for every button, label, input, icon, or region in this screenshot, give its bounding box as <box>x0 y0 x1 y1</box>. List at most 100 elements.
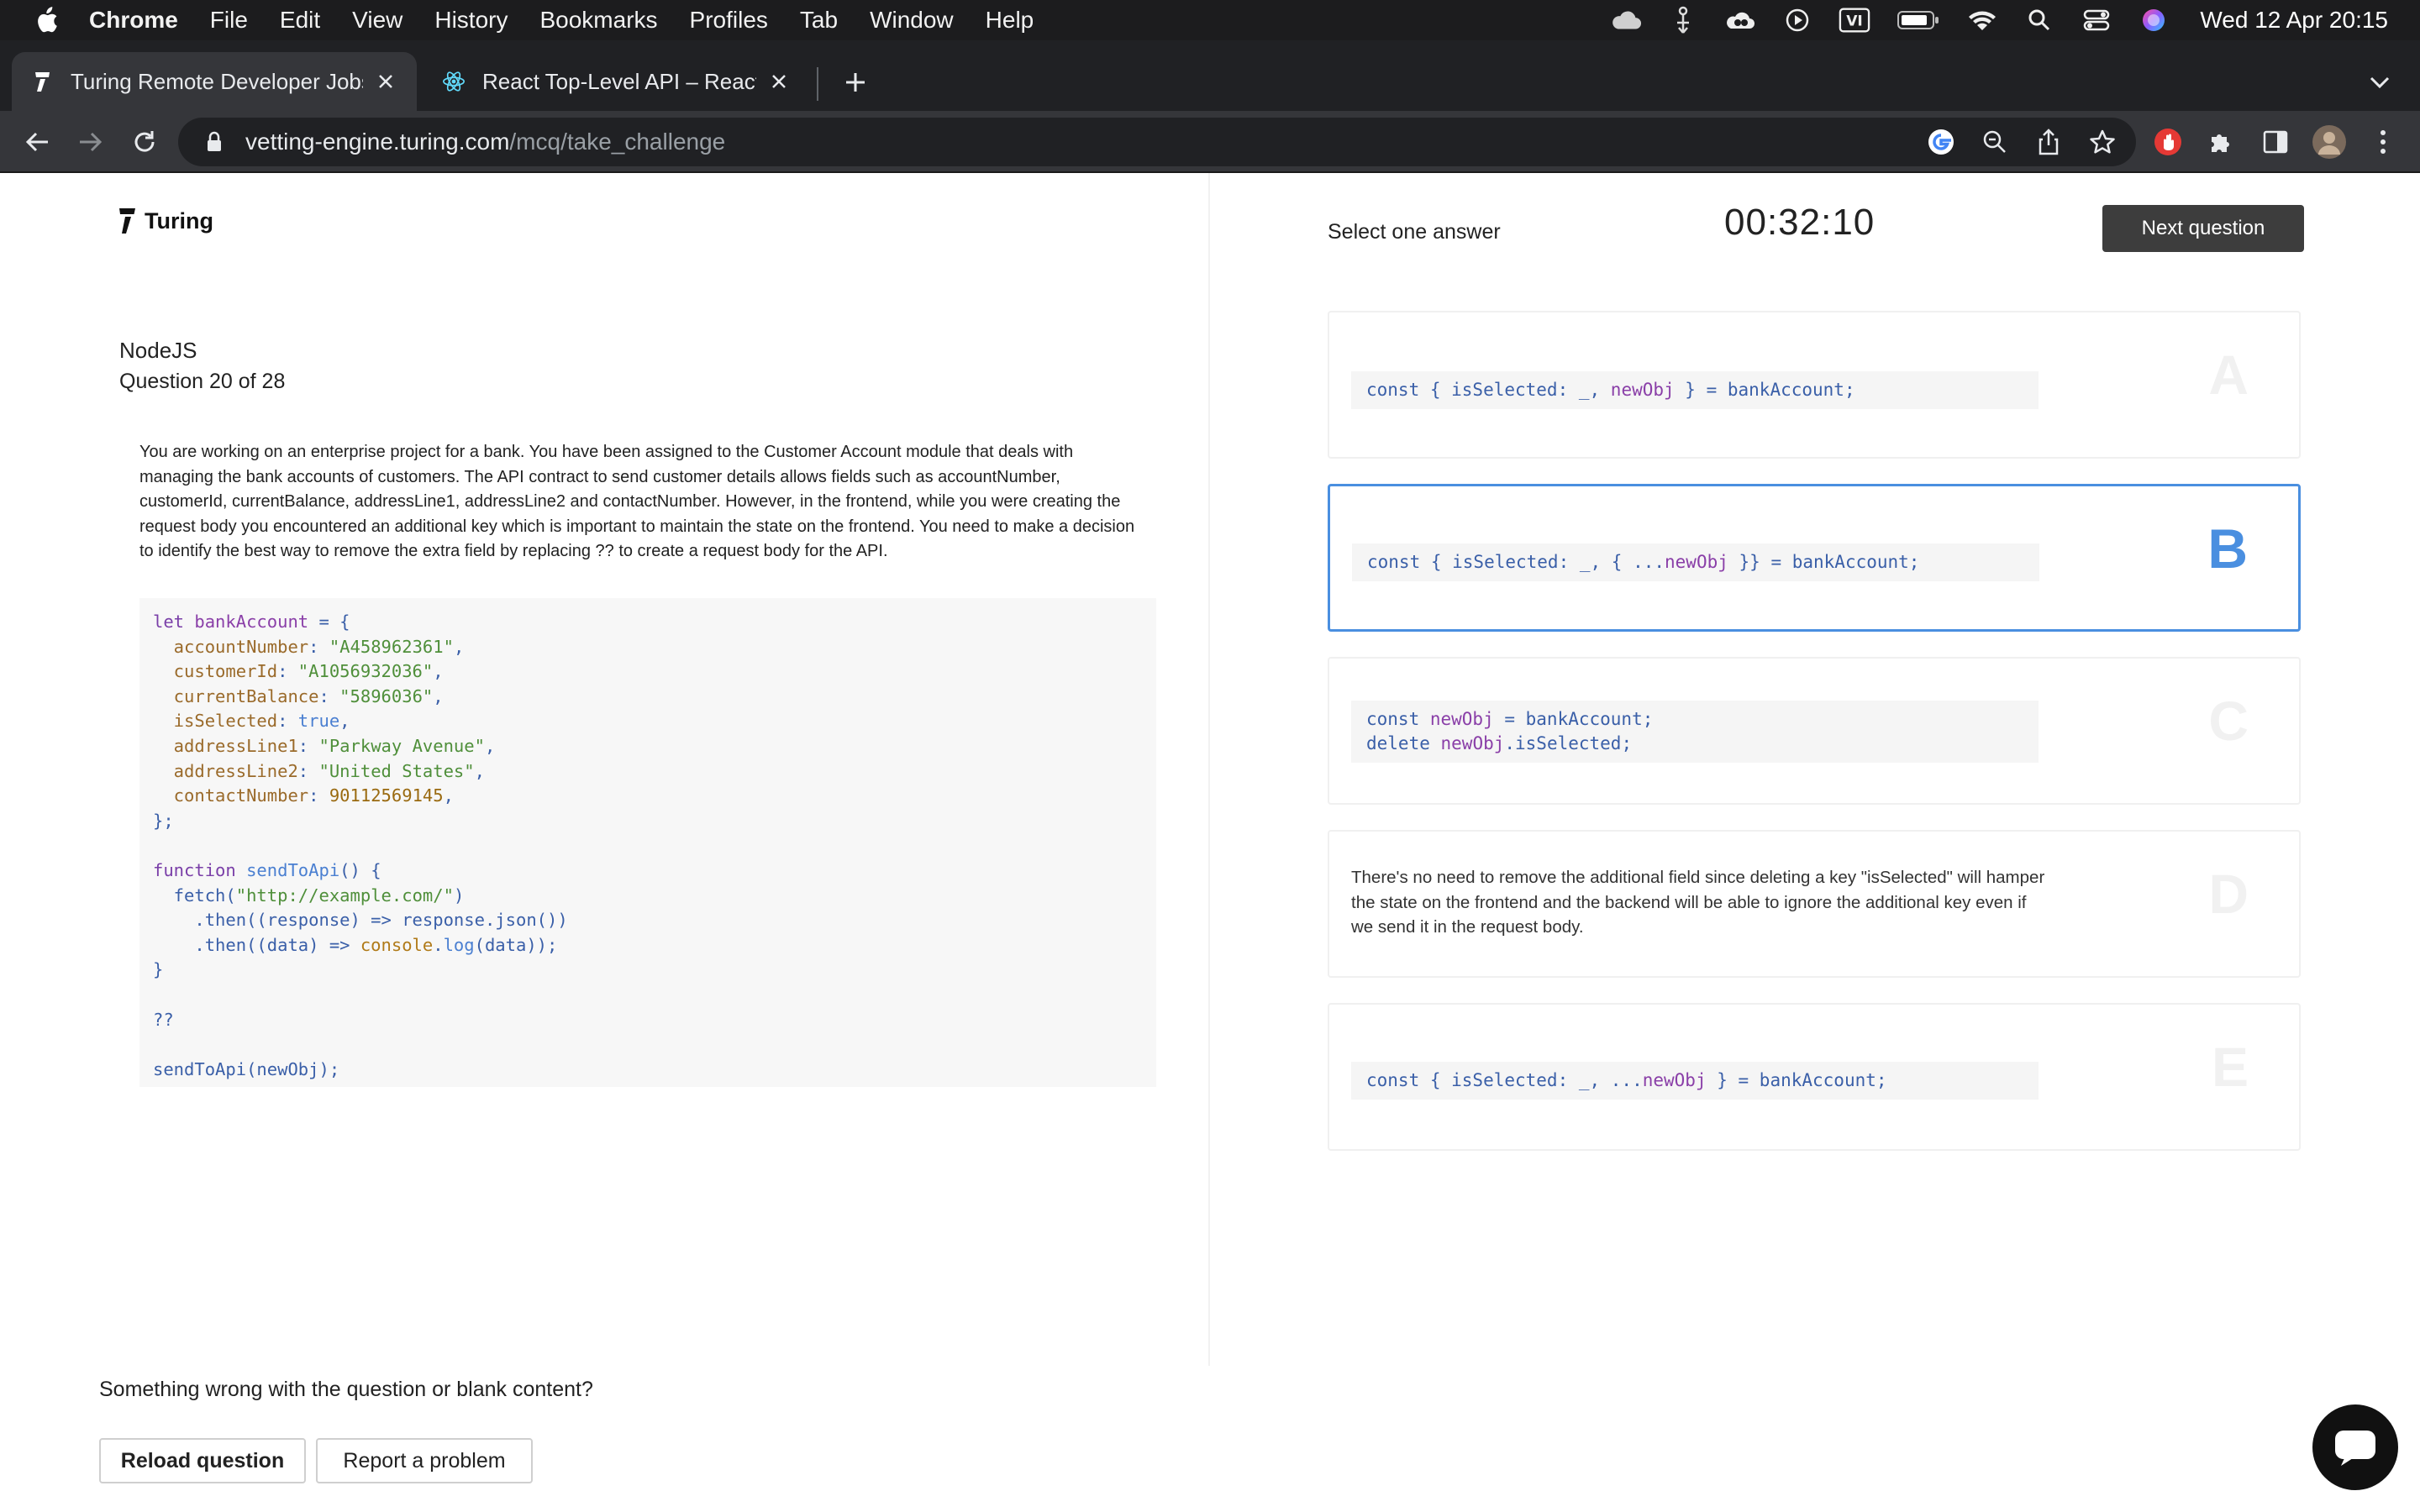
option-letter: D <box>2208 863 2249 925</box>
tab-separator <box>817 67 818 101</box>
spotlight-icon[interactable] <box>2023 8 2055 33</box>
wifi-icon[interactable] <box>1966 8 1998 33</box>
report-prompt: Something wrong with the question or bla… <box>99 1378 593 1401</box>
code-line: addressLine1: "Parkway Avenue", <box>153 735 496 756</box>
question-text: You are working on an enterprise project… <box>139 443 1135 560</box>
share-icon[interactable] <box>2030 123 2067 160</box>
answer-option-b[interactable]: const { isSelected: _, { ...newObj }} = … <box>1328 484 2301 632</box>
menu-bookmarks[interactable]: Bookmarks <box>539 7 657 34</box>
bookmark-star-icon[interactable] <box>2084 123 2121 160</box>
code-line: currentBalance: "5896036", <box>153 685 444 706</box>
forward-arrow-icon[interactable] <box>72 123 109 160</box>
tab-turing-jobs[interactable]: Turing Remote Developer Jobs <box>12 52 417 111</box>
address-bar[interactable]: vetting-engine.turing.com/mcq/take_chall… <box>178 118 2136 166</box>
question-code-block: let bankAccount = { accountNumber: "A458… <box>139 598 1156 1087</box>
reload-icon[interactable] <box>126 123 163 160</box>
turing-icon <box>30 70 54 93</box>
option-text: There's no need to remove the additional… <box>1351 868 2045 937</box>
report-problem-button[interactable]: Report a problem <box>316 1438 533 1483</box>
menu-view[interactable]: View <box>352 7 402 34</box>
option-code: const newObj = bankAccount; delete newOb… <box>1351 701 2039 763</box>
accessibility-icon[interactable] <box>1667 6 1699 34</box>
url-path: /mcq/take_challenge <box>509 129 726 155</box>
url-text[interactable]: vetting-engine.turing.com/mcq/take_chall… <box>245 129 725 155</box>
code-line: fetch("http://example.com/") <box>153 885 465 906</box>
code-line: customerId: "A1056932036", <box>153 661 444 682</box>
menu-bar-status-area: VI Wed 12 Apr 20:15 <box>1610 0 2388 40</box>
answer-option-d[interactable]: There's no need to remove the additional… <box>1328 830 2301 978</box>
menu-profiles[interactable]: Profiles <box>690 7 768 34</box>
code-line: accountNumber: "A458962361", <box>153 636 465 657</box>
menu-history[interactable]: History <box>434 7 508 34</box>
code-line: let bankAccount = { <box>153 612 350 632</box>
url-domain: vetting-engine.turing.com <box>245 129 510 155</box>
code-line: ?? <box>153 1009 174 1030</box>
extensions-puzzle-icon[interactable] <box>2203 123 2240 160</box>
question-progress: Question 20 of 28 <box>119 370 286 393</box>
turing-logo-icon <box>119 208 135 234</box>
answer-option-a[interactable]: const { isSelected: _, newObj } = bankAc… <box>1328 311 2301 459</box>
code-line: function sendToApi() { <box>153 859 381 880</box>
battery-icon[interactable] <box>1896 8 1941 33</box>
chrome-menu-kebab-icon[interactable] <box>2365 123 2402 160</box>
macos-menu-bar: Chrome File Edit View History Bookmarks … <box>0 0 2420 40</box>
code-line: } <box>153 959 164 980</box>
lock-icon[interactable] <box>202 129 227 155</box>
code-line: sendToApi(newObj); <box>153 1058 340 1079</box>
option-letter: A <box>2208 344 2249 406</box>
profile-avatar[interactable] <box>2311 123 2348 160</box>
code-line: isSelected: true, <box>153 711 350 732</box>
answer-option-c[interactable]: const newObj = bankAccount; delete newOb… <box>1328 657 2301 805</box>
next-question-button[interactable]: Next question <box>2102 205 2304 252</box>
option-letter: C <box>2208 690 2249 752</box>
tab-title: Turing Remote Developer Jobs <box>71 68 363 94</box>
menu-file[interactable]: File <box>210 7 248 34</box>
tab-search-chevron-down-icon[interactable] <box>2363 66 2396 99</box>
google-lens-icon[interactable] <box>1923 123 1960 160</box>
menu-tab[interactable]: Tab <box>800 7 838 34</box>
menu-window[interactable]: Window <box>870 7 954 34</box>
zoom-out-icon[interactable] <box>1976 123 2013 160</box>
menu-app-chrome[interactable]: Chrome <box>89 7 178 34</box>
browser-toolbar: vetting-engine.turing.com/mcq/take_chall… <box>0 111 2420 173</box>
svg-text:VI: VI <box>1847 13 1864 30</box>
back-arrow-icon[interactable] <box>18 123 55 160</box>
extension-hand-icon[interactable] <box>2149 123 2186 160</box>
turing-logo[interactable]: Turing <box>118 207 213 235</box>
siri-icon[interactable] <box>2138 8 2170 33</box>
cloud-icon[interactable] <box>1610 8 1642 33</box>
answer-instruction: Select one answer <box>1328 220 1501 244</box>
code-line: contactNumber: 90112569145, <box>153 785 454 806</box>
browser-tab-strip: Turing Remote Developer Jobs React Top-L… <box>0 40 2420 111</box>
option-code: const { isSelected: _, { ...newObj }} = … <box>1352 543 2039 581</box>
tab-title: React Top-Level API – React <box>482 68 756 94</box>
tab-react-api[interactable]: React Top-Level API – React <box>424 52 810 111</box>
option-letter: E <box>2211 1036 2249 1098</box>
react-icon <box>442 70 466 93</box>
menu-edit[interactable]: Edit <box>280 7 320 34</box>
control-center-icon[interactable] <box>2081 8 2112 33</box>
new-tab-plus-icon[interactable] <box>839 66 872 99</box>
side-panel-icon[interactable] <box>2257 123 2294 160</box>
countdown-timer: 00:32:10 <box>1724 202 1876 243</box>
creative-cloud-icon[interactable] <box>1724 8 1756 33</box>
column-divider <box>1208 173 1210 1366</box>
play-icon[interactable] <box>1781 8 1813 33</box>
question-topic: NodeJS <box>119 338 197 363</box>
reload-question-button[interactable]: Reload question <box>99 1438 306 1483</box>
menu-help[interactable]: Help <box>986 7 1034 34</box>
close-tab-icon[interactable] <box>373 69 398 94</box>
code-line: .then((data) => console.log(data)); <box>153 934 558 955</box>
answer-option-e[interactable]: const { isSelected: _, ...newObj } = ban… <box>1328 1003 2301 1151</box>
web-page: Turing NodeJS Question 20 of 28 You are … <box>0 173 2420 1512</box>
close-tab-icon[interactable] <box>766 69 792 94</box>
brand-name: Turing <box>145 207 213 234</box>
chat-support-button[interactable] <box>2312 1404 2398 1490</box>
apple-menu-icon[interactable] <box>32 6 60 34</box>
vi-input-icon[interactable]: VI <box>1839 8 1870 33</box>
option-letter: B <box>2207 517 2248 580</box>
menu-bar-clock[interactable]: Wed 12 Apr 20:15 <box>2200 7 2388 34</box>
